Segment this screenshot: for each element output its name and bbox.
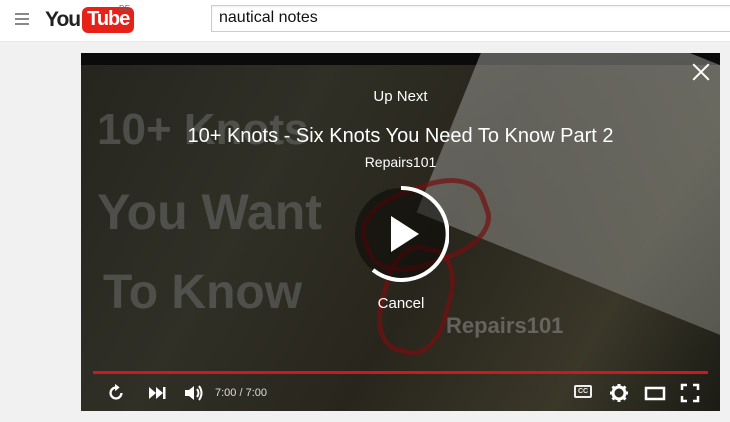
progress-bar[interactable] [93, 371, 708, 374]
fullscreen-icon[interactable] [680, 383, 700, 403]
theater-icon[interactable] [644, 383, 666, 403]
close-icon[interactable] [692, 63, 710, 81]
search-input[interactable]: nautical notes [211, 5, 730, 32]
next-icon[interactable] [147, 383, 167, 403]
video-player[interactable]: 10+ Knots You Want To Know Repairs101 Up… [81, 53, 720, 411]
menu-icon[interactable] [15, 13, 29, 25]
volume-icon[interactable] [183, 383, 205, 403]
next-video-channel: Repairs101 [364, 154, 437, 170]
up-next-label: Up Next [373, 88, 428, 105]
replay-icon[interactable] [105, 383, 127, 403]
cancel-autoplay-button[interactable]: Cancel [371, 295, 431, 312]
logo-you-text: You [45, 8, 81, 31]
logo-country-code: DE [119, 4, 131, 13]
captions-icon[interactable]: CC [574, 385, 592, 398]
autoplay-play-button[interactable] [353, 186, 449, 282]
time-display: 7:00 / 7:00 [215, 387, 267, 399]
gear-icon[interactable] [609, 383, 629, 403]
player-controls: 7:00 / 7:00 CC [81, 375, 720, 411]
next-video-title[interactable]: 10+ Knots - Six Knots You Need To Know P… [81, 125, 720, 148]
masthead: You Tube DE nautical notes [0, 0, 730, 42]
